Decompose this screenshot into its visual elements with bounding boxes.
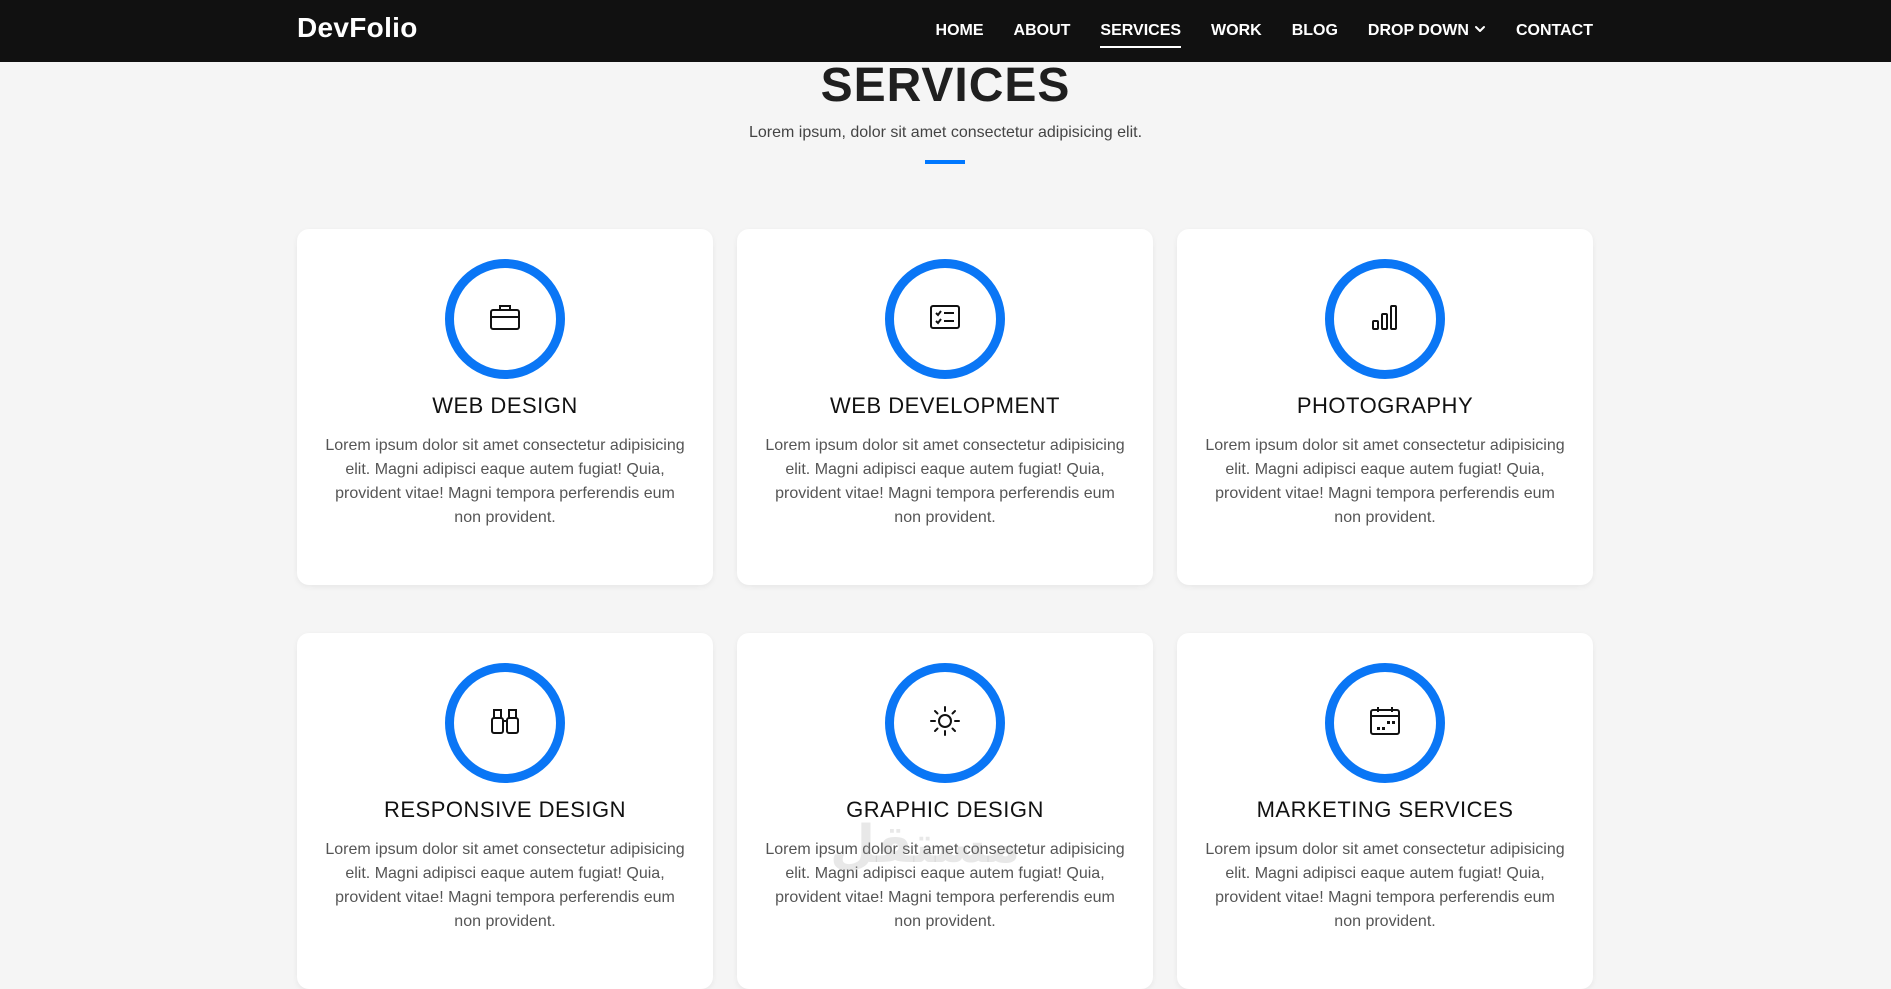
brightness-icon xyxy=(928,704,962,743)
service-title: WEB DESIGN xyxy=(432,393,578,418)
briefcase-icon xyxy=(488,300,522,339)
nav-work[interactable]: WORK xyxy=(1211,16,1262,46)
binoculars-icon xyxy=(488,704,522,743)
service-description: Lorem ipsum dolor sit amet consectetur a… xyxy=(325,841,685,930)
calendar-icon xyxy=(1368,704,1402,743)
nav-home-label: HOME xyxy=(935,22,984,39)
service-card-responsive-design: RESPONSIVE DESIGN Lorem ipsum dolor sit … xyxy=(297,633,713,989)
top-navbar: DevFolio HOME ABOUT SERVICES WORK BLOG D… xyxy=(0,0,1891,62)
nav-home[interactable]: HOME xyxy=(936,16,984,46)
service-description: Lorem ipsum dolor sit amet consectetur a… xyxy=(765,841,1125,930)
service-card-web-design: WEB DESIGN Lorem ipsum dolor sit amet co… xyxy=(297,229,713,585)
service-icon-ring xyxy=(445,663,565,783)
service-description: Lorem ipsum dolor sit amet consectetur a… xyxy=(1205,437,1565,526)
service-title: GRAPHIC DESIGN xyxy=(846,797,1044,822)
service-description: Lorem ipsum dolor sit amet consectetur a… xyxy=(325,437,685,526)
service-card-web-development: WEB DEVELOPMENT Lorem ipsum dolor sit am… xyxy=(737,229,1153,585)
service-description: Lorem ipsum dolor sit amet consectetur a… xyxy=(765,437,1125,526)
service-description: Lorem ipsum dolor sit amet consectetur a… xyxy=(1205,841,1565,930)
nav-blog[interactable]: BLOG xyxy=(1292,16,1338,46)
chevron-down-icon xyxy=(1474,22,1486,40)
service-card-marketing-services: MARKETING SERVICES Lorem ipsum dolor sit… xyxy=(1177,633,1593,989)
brand-logo[interactable]: DevFolio xyxy=(297,12,418,44)
nav-dropdown-label: DROP DOWN xyxy=(1367,22,1469,39)
nav-dropdown[interactable]: DROP DOWN xyxy=(1368,16,1486,46)
title-underline xyxy=(925,160,965,164)
service-icon-ring xyxy=(445,259,565,379)
nav-about[interactable]: ABOUT xyxy=(1014,16,1071,46)
nav-contact-label: CONTACT xyxy=(1515,22,1593,39)
nav-work-label: WORK xyxy=(1211,22,1262,39)
nav-contact[interactable]: CONTACT xyxy=(1516,16,1593,46)
card-checklist-icon xyxy=(928,300,962,339)
service-icon-ring xyxy=(885,663,1005,783)
service-icon-ring xyxy=(885,259,1005,379)
section-subtitle: Lorem ipsum, dolor sit amet consectetur … xyxy=(748,124,1143,141)
service-title: WEB DEVELOPMENT xyxy=(830,393,1060,418)
bar-chart-icon xyxy=(1368,300,1402,339)
service-title: RESPONSIVE DESIGN xyxy=(383,797,626,822)
nav-blog-label: BLOG xyxy=(1291,22,1338,39)
service-card-photography: PHOTOGRAPHY Lorem ipsum dolor sit amet c… xyxy=(1177,229,1593,585)
nav-services-label: SERVICES xyxy=(1100,22,1182,39)
nav-about-label: ABOUT xyxy=(1013,22,1071,39)
nav-services[interactable]: SERVICES xyxy=(1100,16,1182,48)
section-title: SERVICES xyxy=(820,59,1071,112)
service-title: MARKETING SERVICES xyxy=(1256,797,1514,822)
service-icon-ring xyxy=(1325,259,1445,379)
service-title: PHOTOGRAPHY xyxy=(1296,393,1474,418)
service-icon-ring xyxy=(1325,663,1445,783)
main-nav: HOME ABOUT SERVICES WORK BLOG DROP DOWN … xyxy=(906,0,1593,62)
service-card-graphic-design: GRAPHIC DESIGN Lorem ipsum dolor sit ame… xyxy=(737,633,1153,989)
